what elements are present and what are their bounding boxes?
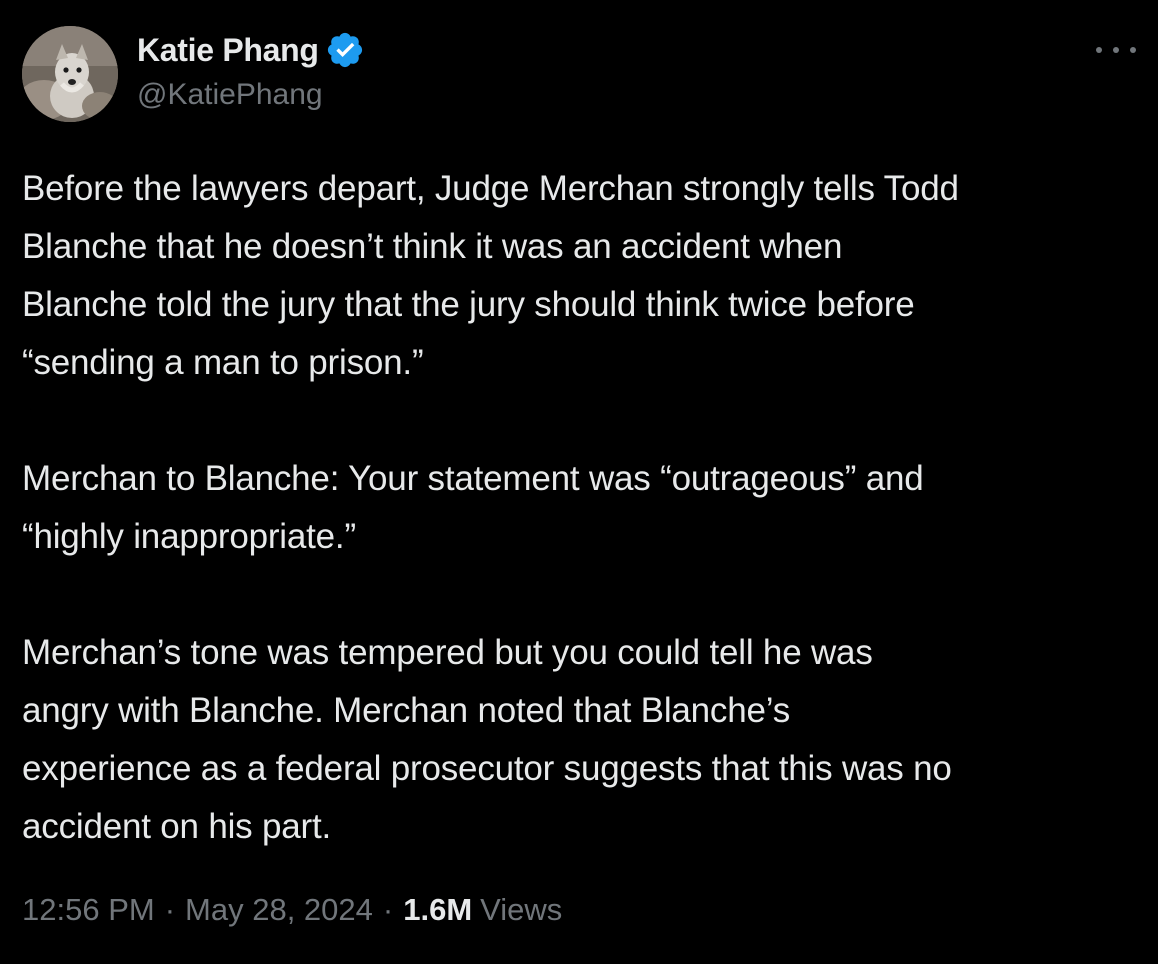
views-label: Views (480, 892, 563, 927)
tweet-paragraph: Before the lawyers depart, Judge Merchan… (22, 160, 1142, 392)
tweet-text-line: “sending a man to prison.” (22, 343, 424, 382)
tweet-paragraph: Merchan’s tone was tempered but you coul… (22, 624, 1142, 856)
views-count[interactable]: 1.6M (403, 892, 472, 928)
tweet-card: Katie Phang @KatiePhang Before the lawye… (0, 0, 1158, 964)
more-options-button[interactable] (1096, 38, 1136, 62)
tweet-text-line: angry with Blanche. Merchan noted that B… (22, 691, 791, 730)
tweet-text: Before the lawyers depart, Judge Merchan… (22, 160, 1142, 856)
more-horizontal-icon (1113, 47, 1119, 53)
author-handle[interactable]: @KatiePhang (137, 78, 323, 112)
tweet-text-line: “highly inappropriate.” (22, 517, 356, 556)
more-horizontal-icon (1130, 47, 1136, 53)
tweet-text-line: accident on his part. (22, 807, 332, 846)
tweet-text-line: Before the lawyers depart, Judge Merchan… (22, 169, 959, 208)
author-avatar[interactable] (22, 26, 118, 122)
more-horizontal-icon (1096, 47, 1102, 53)
tweet-meta: 12:56 PM · May 28, 2024 · 1.6M Views (22, 892, 562, 928)
tweet-text-line: experience as a federal prosecutor sugge… (22, 749, 952, 788)
verified-badge-icon[interactable] (325, 30, 365, 70)
tweet-text-line: Merchan’s tone was tempered but you coul… (22, 633, 873, 672)
tweet-paragraph: Merchan to Blanche: Your statement was “… (22, 450, 1142, 566)
dog-avatar-icon (22, 26, 118, 122)
tweet-date[interactable]: May 28, 2024 (185, 892, 373, 928)
meta-separator: · (382, 892, 394, 927)
tweet-text-line: Blanche that he doesn’t think it was an … (22, 227, 843, 266)
meta-separator: · (164, 892, 176, 927)
tweet-text-line: Merchan to Blanche: Your statement was “… (22, 459, 924, 498)
tweet-time[interactable]: 12:56 PM (22, 892, 155, 928)
tweet-text-line: Blanche told the jury that the jury shou… (22, 285, 915, 324)
author-name-row: Katie Phang (137, 28, 365, 72)
author-display-name[interactable]: Katie Phang (137, 32, 319, 69)
